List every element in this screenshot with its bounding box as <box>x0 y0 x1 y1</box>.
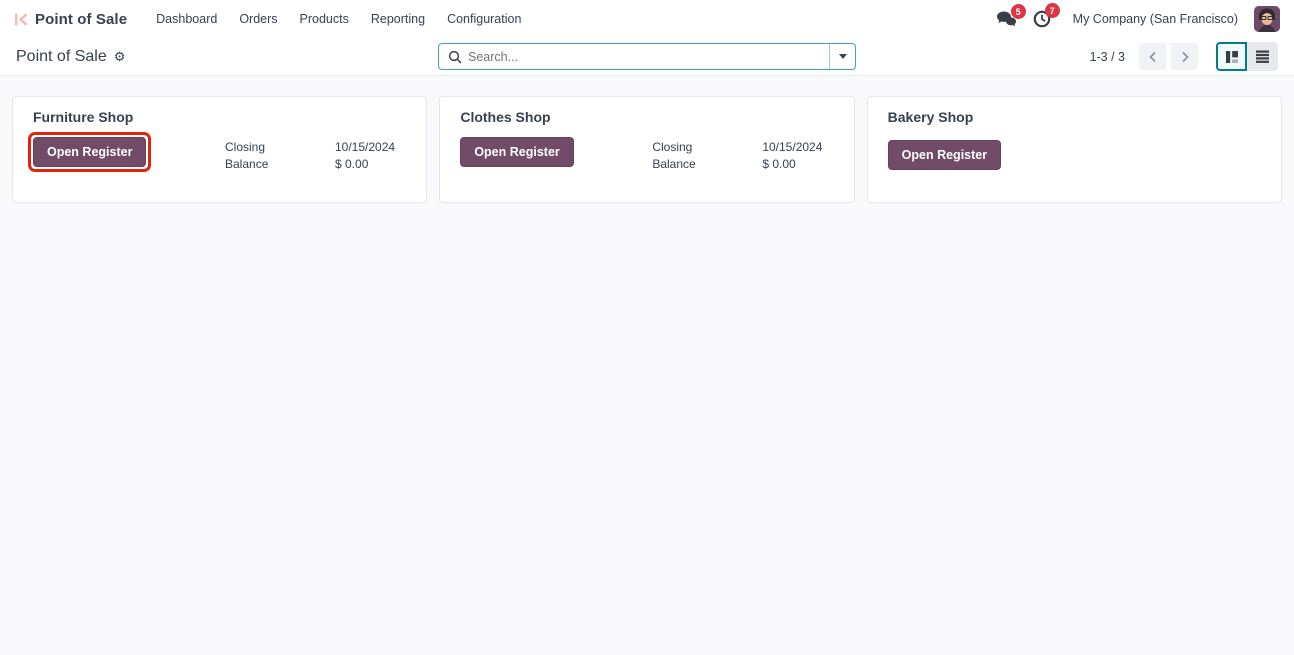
open-register-button[interactable]: Open Register <box>33 137 147 167</box>
closing-amount: $ 0.00 <box>762 157 796 171</box>
card-title[interactable]: Bakery Shop <box>888 109 1261 125</box>
closing-balance-label: Closing Balance <box>652 140 696 171</box>
list-view-button[interactable] <box>1247 42 1278 71</box>
open-register-button[interactable]: Open Register <box>887 140 1002 170</box>
closing-balance-label: Closing Balance <box>225 140 269 171</box>
nav-item-configuration[interactable]: Configuration <box>438 7 530 31</box>
user-avatar[interactable] <box>1254 6 1280 32</box>
closing-date: 10/15/2024 <box>762 140 823 154</box>
pos-card-bakery-shop: Bakery Shop Open Register <box>866 96 1282 203</box>
search-input[interactable] <box>468 49 829 64</box>
pager-previous-button[interactable] <box>1139 43 1166 70</box>
activities-button[interactable]: 7 <box>1033 3 1060 28</box>
closing-balance-row: Closing Balance 10/15/2024 $ 0.00 <box>225 137 395 173</box>
chevron-down-icon <box>838 54 847 59</box>
search-bar <box>438 43 856 70</box>
chevron-left-icon <box>1148 51 1156 62</box>
pager-counter: 1-3 / 3 <box>1089 49 1125 64</box>
app-name: Point of Sale <box>35 10 128 28</box>
pos-card-furniture-shop: Furniture Shop Open Register Closing Bal… <box>12 96 428 203</box>
top-navbar: Point of Sale Dashboard Orders Products … <box>0 0 1294 38</box>
view-switcher <box>1216 42 1278 71</box>
messages-button[interactable]: 5 <box>996 4 1026 27</box>
highlight-annotation: Open Register <box>28 132 152 172</box>
main-menu: Dashboard Orders Products Reporting Conf… <box>147 7 530 31</box>
pos-card-clothes-shop: Clothes Shop Open Register Closing Balan… <box>439 96 855 203</box>
breadcrumb: Point of Sale ⚙ <box>16 48 436 66</box>
nav-item-orders[interactable]: Orders <box>230 7 286 31</box>
page-title[interactable]: Point of Sale <box>16 48 107 66</box>
card-title[interactable]: Furniture Shop <box>33 109 406 125</box>
list-icon <box>1256 50 1269 63</box>
search-icon <box>439 50 468 64</box>
company-switcher[interactable]: My Company (San Francisco) <box>1073 12 1238 26</box>
messages-badge: 5 <box>1010 4 1026 19</box>
open-register-button[interactable]: Open Register <box>460 137 574 167</box>
gear-icon[interactable]: ⚙ <box>114 50 126 63</box>
chevron-right-icon <box>1181 51 1189 62</box>
app-switcher[interactable]: Point of Sale <box>14 11 127 28</box>
pos-app-icon <box>14 12 29 27</box>
pager-next-button[interactable] <box>1171 43 1198 70</box>
closing-amount: $ 0.00 <box>335 157 369 171</box>
kanban-icon <box>1225 50 1238 63</box>
nav-item-dashboard[interactable]: Dashboard <box>147 7 226 31</box>
kanban-view-button[interactable] <box>1216 42 1247 71</box>
closing-balance-row: Closing Balance 10/15/2024 $ 0.00 <box>652 137 822 173</box>
nav-item-products[interactable]: Products <box>291 7 358 31</box>
closing-date: 10/15/2024 <box>335 140 396 154</box>
nav-item-reporting[interactable]: Reporting <box>362 7 434 31</box>
control-panel: Point of Sale ⚙ 1-3 / 3 <box>0 38 1294 76</box>
activities-badge: 7 <box>1044 3 1060 18</box>
search-options-toggle[interactable] <box>829 44 855 69</box>
card-title[interactable]: Clothes Shop <box>460 109 833 125</box>
systray: 5 7 My Company (San Francisco) <box>996 3 1280 32</box>
kanban-view: Furniture Shop Open Register Closing Bal… <box>0 76 1294 655</box>
